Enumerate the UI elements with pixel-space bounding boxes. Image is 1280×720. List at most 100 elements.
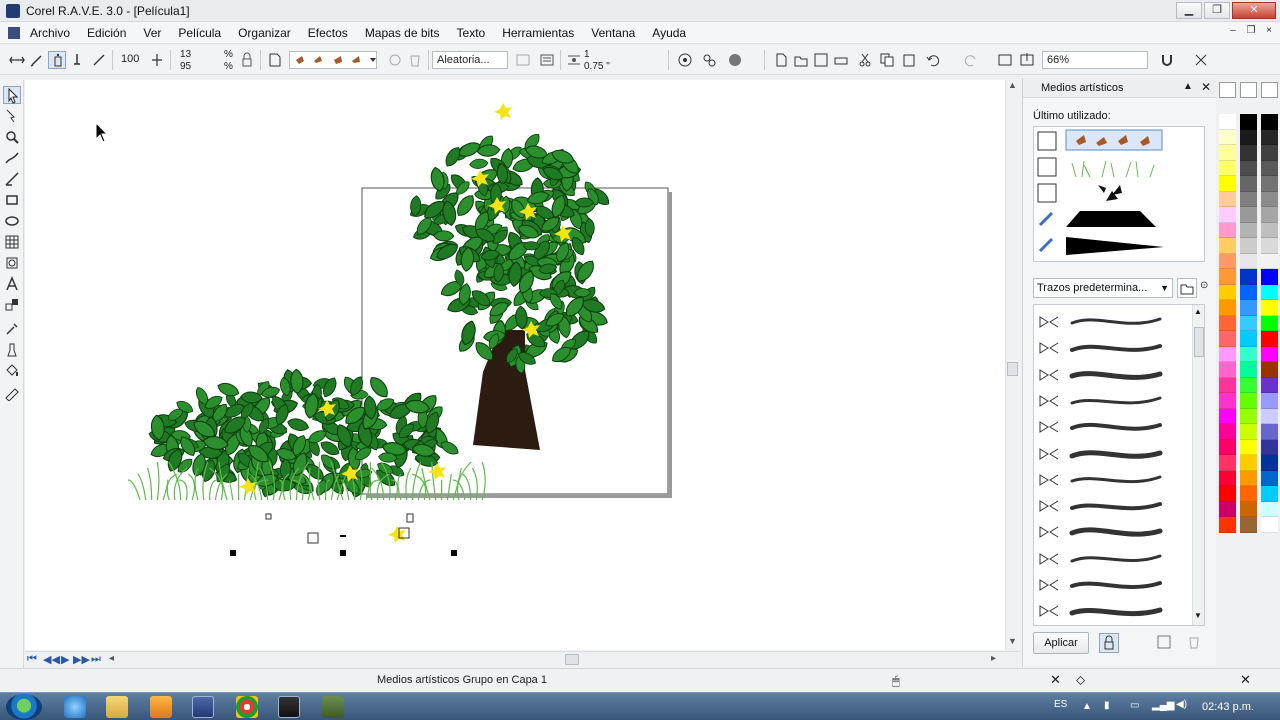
signal-icon[interactable]: ▂▄▆ xyxy=(1152,700,1174,711)
palette-column-2[interactable] xyxy=(1240,114,1257,533)
redo-icon[interactable] xyxy=(962,51,980,69)
brush-icon[interactable] xyxy=(28,51,46,69)
zoom-tool-icon[interactable] xyxy=(3,128,21,146)
color-swatch[interactable] xyxy=(1261,238,1278,254)
color-swatch[interactable] xyxy=(1240,222,1257,238)
stroke-list-item[interactable] xyxy=(1036,309,1190,335)
battery-icon[interactable]: ▭ xyxy=(1130,700,1139,711)
color-swatch[interactable] xyxy=(1261,176,1278,192)
delete-stroke-icon[interactable] xyxy=(1185,633,1205,653)
color-swatch[interactable] xyxy=(1240,455,1257,471)
recent-item-wedge-stroke[interactable] xyxy=(1036,233,1204,259)
copy-icon[interactable] xyxy=(878,51,896,69)
stroke-list-item[interactable] xyxy=(1036,598,1190,624)
color-swatch[interactable] xyxy=(1219,501,1236,517)
app-task-icon[interactable] xyxy=(322,696,344,718)
stroke-category-select[interactable]: Trazos predetermina... ▼ xyxy=(1033,278,1173,298)
close-button[interactable]: ✕ xyxy=(1232,2,1276,19)
outline-none-icon[interactable]: ✕ xyxy=(1240,672,1251,688)
open-icon[interactable] xyxy=(792,51,810,69)
fill-none-icon[interactable]: ✕ xyxy=(1050,672,1061,688)
mdi-close-button[interactable]: × xyxy=(1262,25,1276,39)
color-swatch[interactable] xyxy=(1219,393,1236,409)
recent-item-sprayer-leaves[interactable] xyxy=(1036,129,1204,155)
chrome-icon[interactable] xyxy=(236,696,258,718)
palette-column-3[interactable] xyxy=(1261,114,1278,533)
smart-fill-tool-icon[interactable] xyxy=(3,170,21,188)
color-swatch[interactable] xyxy=(1261,269,1278,285)
color-swatch[interactable] xyxy=(1219,207,1236,223)
options-icon[interactable] xyxy=(1192,51,1210,69)
volume-icon[interactable]: ◀) xyxy=(1176,699,1187,710)
color-swatch[interactable] xyxy=(1219,114,1236,130)
horizontal-scrollbar[interactable]: ⏮ ◀◀ ▶ ▶▶ ⏭ ◂ ▸ xyxy=(25,651,1020,667)
network-icon[interactable]: ▮ xyxy=(1104,700,1110,711)
color-swatch[interactable] xyxy=(1240,176,1257,192)
menu-texto[interactable]: Texto xyxy=(457,26,486,40)
maximize-button[interactable]: ❐ xyxy=(1204,2,1230,19)
menu-archivo[interactable]: Archivo xyxy=(30,26,70,40)
color-swatch[interactable] xyxy=(1219,284,1236,300)
new-icon[interactable] xyxy=(772,51,790,69)
color-swatch[interactable] xyxy=(1240,517,1257,533)
color-swatch[interactable] xyxy=(1261,486,1278,502)
color-swatch[interactable] xyxy=(1219,300,1236,316)
color-swatch[interactable] xyxy=(1219,145,1236,161)
menu-pelicula[interactable]: Película xyxy=(178,26,221,40)
color-swatch[interactable] xyxy=(1219,517,1236,533)
color-swatch[interactable] xyxy=(1240,331,1257,347)
save-icon[interactable] xyxy=(812,51,830,69)
fill-tool-icon[interactable] xyxy=(3,362,21,380)
docker-collapse-icon[interactable]: ▲ xyxy=(1183,81,1193,92)
color-swatch[interactable] xyxy=(1219,455,1236,471)
spray-file-icon[interactable] xyxy=(266,51,284,69)
minimize-button[interactable]: ▁ xyxy=(1176,2,1202,19)
color-swatch[interactable] xyxy=(1240,207,1257,223)
stroke-list-item[interactable] xyxy=(1036,467,1190,493)
color-swatch[interactable] xyxy=(1261,470,1278,486)
menu-herramientas[interactable]: Herramientas xyxy=(502,26,574,40)
print-icon[interactable] xyxy=(832,51,850,69)
color-swatch[interactable] xyxy=(1219,377,1236,393)
start-button[interactable] xyxy=(6,694,42,720)
stroke-list-scroll-thumb[interactable] xyxy=(1194,327,1204,357)
color-swatch[interactable] xyxy=(1261,129,1278,145)
stroke-list-scrollbar[interactable]: ▲ ▼ xyxy=(1192,305,1204,625)
media-player-icon[interactable] xyxy=(150,696,172,718)
color-swatch[interactable] xyxy=(1261,145,1278,161)
drawing-canvas[interactable] xyxy=(25,80,1005,650)
color-swatch[interactable] xyxy=(1219,439,1236,455)
vertical-scrollbar[interactable]: ▲ ▼ xyxy=(1005,80,1019,650)
stroke-list-item[interactable] xyxy=(1036,335,1190,361)
color-swatch[interactable] xyxy=(1240,315,1257,331)
menu-ventana[interactable]: Ventana xyxy=(591,26,635,40)
stroke-list-item[interactable] xyxy=(1036,519,1190,545)
export-icon[interactable] xyxy=(1018,51,1036,69)
color-swatch[interactable] xyxy=(1261,114,1278,130)
spacing-value-1[interactable]: 1 xyxy=(584,49,590,60)
outline-tool-icon[interactable] xyxy=(3,341,21,359)
cut-icon[interactable] xyxy=(856,51,874,69)
color-swatch[interactable] xyxy=(1219,486,1236,502)
next-page-icon[interactable]: ▶▶ xyxy=(73,653,90,666)
color-swatch[interactable] xyxy=(1261,300,1278,316)
color-swatch[interactable] xyxy=(1240,439,1257,455)
rectangle-tool-icon[interactable] xyxy=(3,191,21,209)
stroke-list-item[interactable] xyxy=(1036,441,1190,467)
color-swatch[interactable] xyxy=(1240,284,1257,300)
color-swatch[interactable] xyxy=(1219,362,1236,378)
color-swatch[interactable] xyxy=(1261,207,1278,223)
play-icon[interactable]: ▶ xyxy=(61,653,69,666)
menu-ayuda[interactable]: Ayuda xyxy=(652,26,686,40)
language-indicator[interactable]: ES xyxy=(1054,699,1067,710)
undo-icon[interactable] xyxy=(924,51,942,69)
corel-draw-task-icon[interactable] xyxy=(278,696,300,718)
spacing-value-2[interactable]: 0.75 " xyxy=(584,61,610,72)
color-swatch[interactable] xyxy=(1219,269,1236,285)
color-swatch[interactable] xyxy=(1240,501,1257,517)
add-to-playlist-icon[interactable] xyxy=(514,51,532,69)
color-swatch[interactable] xyxy=(1261,191,1278,207)
color-swatch[interactable] xyxy=(1240,362,1257,378)
sprayer-icon[interactable] xyxy=(48,51,66,69)
stroke-list-item[interactable] xyxy=(1036,546,1190,572)
